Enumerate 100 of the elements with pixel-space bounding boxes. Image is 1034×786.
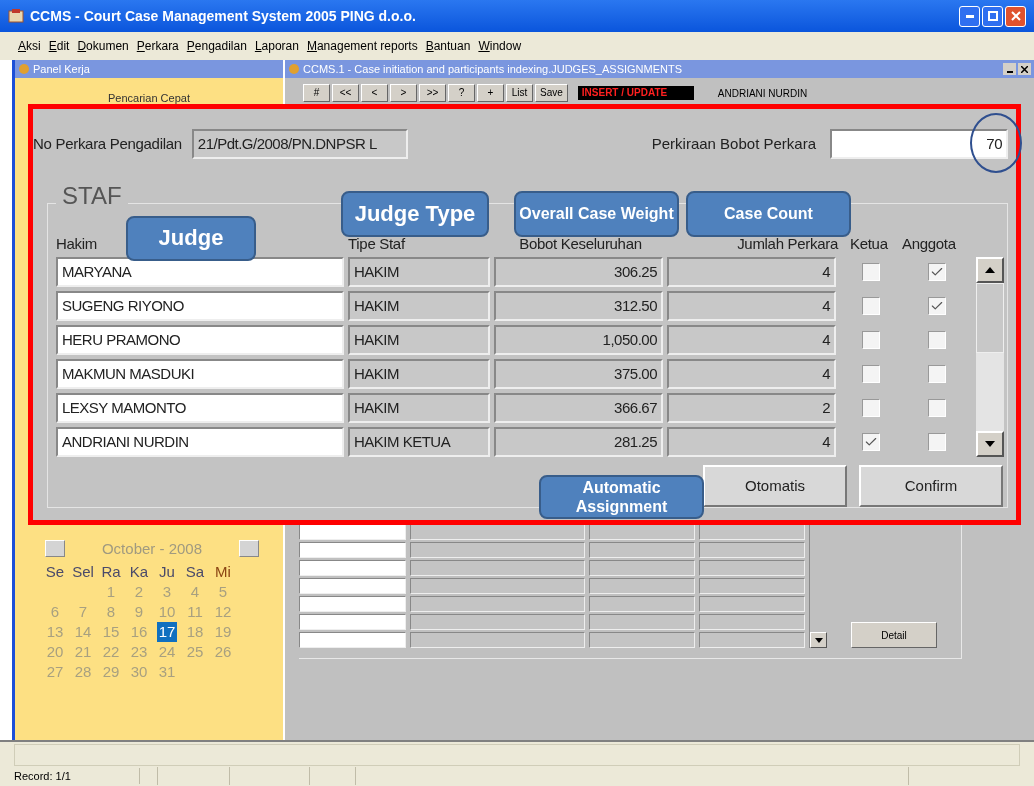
case-weight-field[interactable]: 366.67 <box>494 393 663 423</box>
checkbox[interactable] <box>928 365 946 383</box>
toolbar-button[interactable]: > <box>390 84 417 102</box>
calendar-day[interactable]: 17 <box>156 622 178 642</box>
checkbox[interactable] <box>928 433 946 451</box>
menu-item[interactable]: Management reports <box>306 37 418 55</box>
judge-name-field[interactable]: ANDRIANI NURDIN <box>56 427 344 457</box>
menu-item[interactable]: Laporan <box>254 37 299 55</box>
toolbar-button[interactable]: List <box>506 84 533 102</box>
checkbox[interactable] <box>862 297 880 315</box>
dialog-button[interactable]: Otomatis <box>703 465 847 507</box>
weight-field[interactable]: 70 <box>830 129 1008 159</box>
checkbox[interactable] <box>862 433 880 451</box>
menu-item[interactable]: Window <box>478 37 522 55</box>
staff-type-field[interactable]: HAKIM <box>348 291 490 321</box>
grid-cell[interactable] <box>589 632 695 648</box>
grid-cell[interactable] <box>589 560 695 576</box>
toolbar-button[interactable]: + <box>477 84 504 102</box>
grid-cell[interactable] <box>589 578 695 594</box>
grid-cell[interactable] <box>299 578 406 594</box>
grid-cell[interactable] <box>299 560 406 576</box>
menu-item[interactable]: Perkara <box>136 37 179 55</box>
scroll-up-button[interactable] <box>976 257 1004 283</box>
grid-cell[interactable] <box>299 542 406 558</box>
grid-cell[interactable] <box>589 542 695 558</box>
down-arrow-icon <box>814 637 823 643</box>
maximize-button[interactable] <box>982 5 1003 27</box>
menu-item[interactable]: Dokumen <box>77 37 129 55</box>
scroll-down-button[interactable] <box>810 632 827 648</box>
staff-type-field[interactable]: HAKIM <box>348 257 490 287</box>
column-header: Ketua <box>850 233 889 254</box>
toolbar-button[interactable]: >> <box>419 84 446 102</box>
grid-cell[interactable] <box>410 632 585 648</box>
case-count-field[interactable]: 4 <box>667 325 836 355</box>
toolbar-button[interactable]: << <box>332 84 359 102</box>
case-weight-field[interactable]: 375.00 <box>494 359 663 389</box>
checkbox[interactable] <box>928 263 946 281</box>
scrollbar[interactable] <box>976 257 1004 457</box>
checkbox[interactable] <box>928 399 946 417</box>
staff-type-field[interactable]: HAKIM KETUA <box>348 427 490 457</box>
menu-item[interactable]: Aksi <box>18 37 41 55</box>
grid-cell[interactable] <box>699 614 805 630</box>
case-weight-field[interactable]: 312.50 <box>494 291 663 321</box>
grid-cell[interactable] <box>699 596 805 612</box>
grid-cell[interactable] <box>299 632 406 648</box>
case-count-field[interactable]: 2 <box>667 393 836 423</box>
grid-cell[interactable] <box>410 596 585 612</box>
menu-item[interactable]: Bantuan <box>425 37 471 55</box>
grid-cell[interactable] <box>699 578 805 594</box>
checkbox[interactable] <box>862 331 880 349</box>
toolbar-button[interactable]: Save <box>535 84 568 102</box>
grid-cell[interactable] <box>299 596 406 612</box>
next-month-button[interactable] <box>239 540 259 558</box>
scroll-thumb[interactable] <box>976 283 1004 353</box>
grid-cell[interactable] <box>410 542 585 558</box>
grid-cell[interactable] <box>699 542 805 558</box>
staff-type-field[interactable]: HAKIM <box>348 393 490 423</box>
grid-cell[interactable] <box>299 614 406 630</box>
detail-button[interactable]: Detail <box>851 622 937 648</box>
grid-cell[interactable] <box>589 596 695 612</box>
previous-month-button[interactable] <box>45 540 65 558</box>
toolbar-button[interactable]: < <box>361 84 388 102</box>
grid-cell[interactable] <box>699 632 805 648</box>
grid-cell[interactable] <box>410 560 585 576</box>
grid-cell[interactable] <box>410 614 585 630</box>
toolbar-button[interactable]: # <box>303 84 330 102</box>
staff-type-field[interactable]: HAKIM <box>348 325 490 355</box>
close-icon <box>1010 11 1021 21</box>
checkbox[interactable] <box>862 263 880 281</box>
close-icon <box>1021 65 1028 73</box>
grid-cell[interactable] <box>589 614 695 630</box>
case-weight-field[interactable]: 306.25 <box>494 257 663 287</box>
checkbox[interactable] <box>862 365 880 383</box>
judge-name-field[interactable]: MARYANA <box>56 257 344 287</box>
judge-name-field[interactable]: MAKMUN MASDUKI <box>56 359 344 389</box>
checkbox[interactable] <box>862 399 880 417</box>
scroll-down-button[interactable] <box>976 431 1004 457</box>
current-user: ANDRIANI NURDIN <box>717 86 808 101</box>
quick-search-label: Pencarian Cepat <box>107 91 191 106</box>
checkbox[interactable] <box>928 331 946 349</box>
minimize-button[interactable] <box>1003 63 1016 75</box>
close-button[interactable] <box>1018 63 1031 75</box>
case-count-field[interactable]: 4 <box>667 257 836 287</box>
menu-item[interactable]: Pengadilan <box>186 37 247 55</box>
menu-item[interactable]: Edit <box>48 37 70 55</box>
judge-name-field[interactable]: LEXSY MAMONTO <box>56 393 344 423</box>
checkbox[interactable] <box>928 297 946 315</box>
case-count-field[interactable]: 4 <box>667 359 836 389</box>
toolbar-button[interactable]: ? <box>448 84 475 102</box>
grid-cell[interactable] <box>410 578 585 594</box>
case-weight-field[interactable]: 1,050.00 <box>494 325 663 355</box>
case-number-field[interactable]: 21/Pdt.G/2008/PN.DNPSR L <box>191 129 408 159</box>
judge-name-field[interactable]: HERU PRAMONO <box>56 325 344 355</box>
case-count-field[interactable]: 4 <box>667 427 836 457</box>
dialog-button[interactable]: Confirm <box>859 465 1003 507</box>
case-count-field[interactable]: 4 <box>667 291 836 321</box>
case-weight-field[interactable]: 281.25 <box>494 427 663 457</box>
grid-cell[interactable] <box>699 560 805 576</box>
staff-type-field[interactable]: HAKIM <box>348 359 490 389</box>
judge-name-field[interactable]: SUGENG RIYONO <box>56 291 344 321</box>
